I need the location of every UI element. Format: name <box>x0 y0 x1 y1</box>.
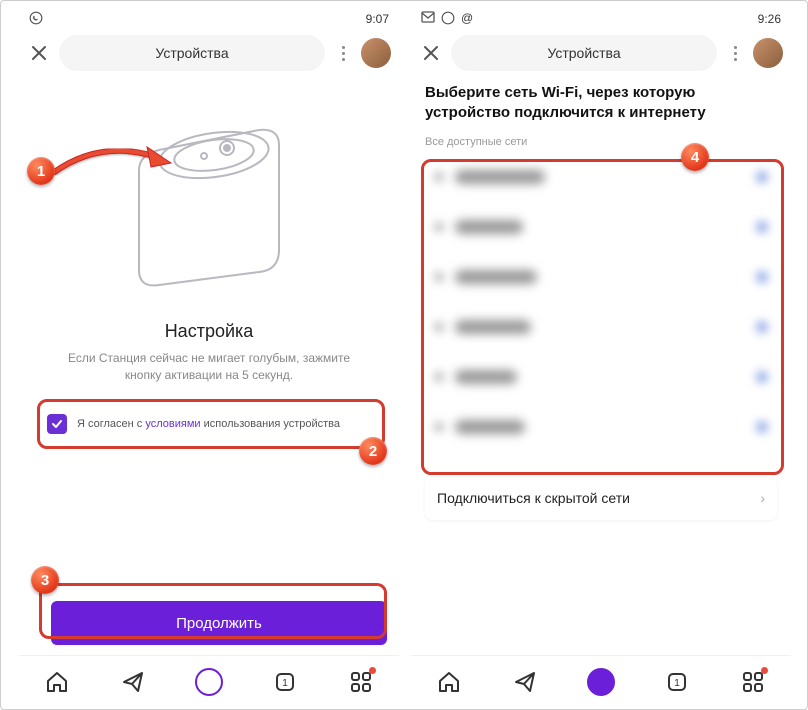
avatar[interactable] <box>361 38 391 68</box>
hidden-network-button[interactable]: Подключиться к скрытой сети › <box>425 476 777 520</box>
home-icon[interactable] <box>43 668 71 696</box>
services-icon[interactable] <box>739 668 767 696</box>
setup-desc: Если Станция сейчас не мигает голубым, з… <box>35 350 383 384</box>
services-icon[interactable] <box>347 668 375 696</box>
wifi-signal-icon <box>757 222 767 232</box>
chevron-right-icon: › <box>760 490 765 506</box>
wifi-signal-icon <box>757 372 767 382</box>
whatsapp-icon <box>441 11 455 28</box>
notification-dot-icon <box>761 667 768 674</box>
tabs-icon[interactable]: 1 <box>663 668 691 696</box>
terms-checkbox[interactable] <box>47 414 67 434</box>
kebab-menu[interactable] <box>333 46 353 61</box>
svg-text:1: 1 <box>674 678 680 689</box>
wifi-heading: Выберите сеть Wi-Fi, через которую устро… <box>411 75 791 134</box>
wifi-signal-icon <box>757 322 767 332</box>
home-icon[interactable] <box>435 668 463 696</box>
wifi-item[interactable] <box>425 402 777 452</box>
avatar[interactable] <box>753 38 783 68</box>
terms-text: Я согласен с условиями использования уст… <box>77 418 340 430</box>
wifi-signal-icon <box>757 272 767 282</box>
header-bar: Устройства <box>19 31 399 75</box>
alice-icon[interactable] <box>587 668 615 696</box>
kebab-menu[interactable] <box>725 46 745 61</box>
terms-link[interactable]: условиями <box>145 418 200 430</box>
wifi-signal-icon <box>757 422 767 432</box>
send-icon[interactable] <box>511 668 539 696</box>
wifi-item[interactable] <box>425 202 777 252</box>
screen-setup: 9:07 Устройства <box>19 7 399 707</box>
wifi-signal-icon <box>757 172 767 182</box>
wifi-item[interactable] <box>425 352 777 402</box>
bottom-nav: 1 <box>19 655 399 707</box>
close-button[interactable] <box>27 41 51 65</box>
bottom-nav: 1 <box>411 655 791 707</box>
status-time: 9:07 <box>366 12 389 26</box>
wifi-item[interactable] <box>425 152 777 202</box>
continue-button[interactable]: Продолжить <box>51 601 387 645</box>
screen-wifi: @ 9:26 Устройства Выберите сеть Wi-Fi, ч… <box>411 7 791 707</box>
wifi-section-label: Все доступные сети <box>411 134 791 152</box>
mail-icon <box>421 11 435 28</box>
status-time: 9:26 <box>758 12 781 26</box>
device-illustration <box>35 85 383 315</box>
wifi-item[interactable] <box>425 252 777 302</box>
tabs-icon[interactable]: 1 <box>271 668 299 696</box>
header-title-pill[interactable]: Устройства <box>59 35 325 71</box>
whatsapp-icon <box>29 11 43 28</box>
notification-dot-icon <box>369 667 376 674</box>
terms-row: Я согласен с условиями использования уст… <box>35 404 383 444</box>
send-icon[interactable] <box>119 668 147 696</box>
svg-text:1: 1 <box>282 678 288 689</box>
close-button[interactable] <box>419 41 443 65</box>
status-bar: @ 9:26 <box>411 7 791 31</box>
header-title: Устройства <box>155 45 228 61</box>
wifi-list <box>425 152 777 452</box>
setup-title: Настройка <box>35 321 383 342</box>
header-title: Устройства <box>547 45 620 61</box>
status-bar: 9:07 <box>19 7 399 31</box>
alice-icon[interactable] <box>195 668 223 696</box>
wifi-item[interactable] <box>425 302 777 352</box>
header-title-pill[interactable]: Устройства <box>451 35 717 71</box>
header-bar: Устройства <box>411 31 791 75</box>
at-icon: @ <box>461 11 473 28</box>
